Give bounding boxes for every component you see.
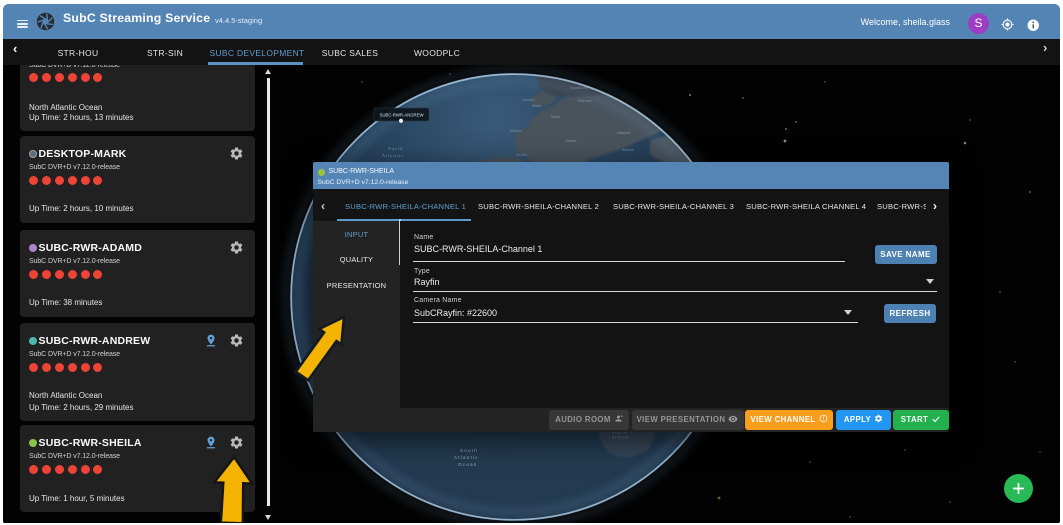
svg-text:Sevilla: Sevilla xyxy=(516,153,528,157)
svg-text:London: London xyxy=(522,98,535,102)
svg-text:Ocean: Ocean xyxy=(458,462,478,467)
svg-text:Athens: Athens xyxy=(622,148,634,152)
svg-text:Moscow: Moscow xyxy=(690,89,704,93)
svg-text:Paris: Paris xyxy=(532,104,541,108)
svg-text:Istanbul: Istanbul xyxy=(617,131,630,135)
svg-text:SUBC-RWR-ANDREW: SUBC-RWR-ANDREW xyxy=(379,113,424,118)
svg-text:Madrid: Madrid xyxy=(510,129,522,133)
svg-text:South: South xyxy=(460,448,478,453)
svg-text:Roma: Roma xyxy=(566,139,577,143)
svg-text:Kyiv: Kyiv xyxy=(658,107,665,111)
svg-text:Atlantic: Atlantic xyxy=(381,153,404,158)
svg-text:Milan: Milan xyxy=(551,115,560,119)
svg-text:Atlantic: Atlantic xyxy=(454,455,479,460)
svg-text:AFRICA: AFRICA xyxy=(612,436,628,440)
svg-text:North: North xyxy=(387,146,404,151)
